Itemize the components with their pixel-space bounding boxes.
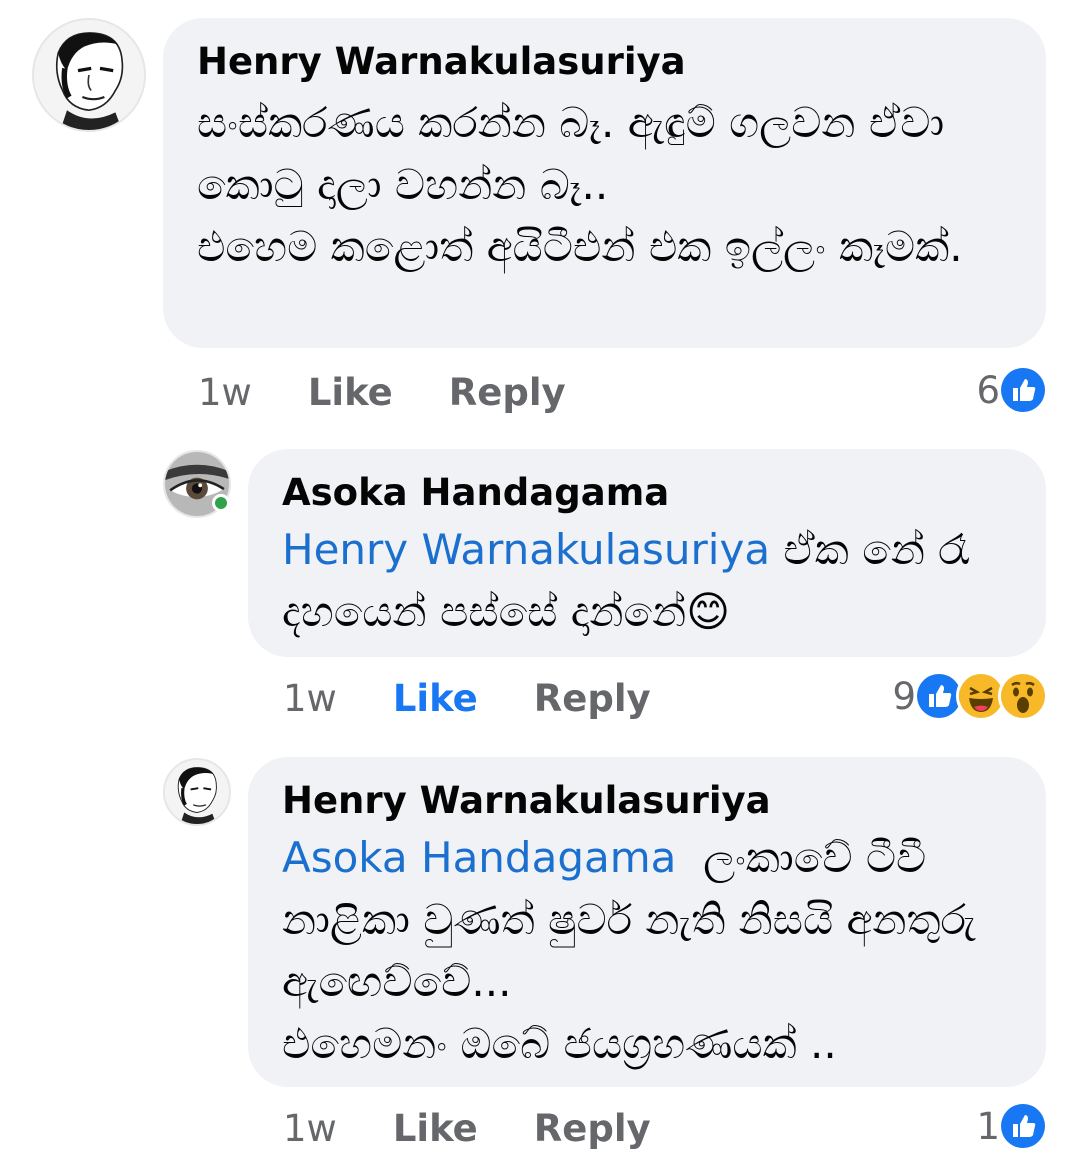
wow-reaction-icon [998,671,1048,721]
timestamp[interactable]: 1w [283,1107,337,1150]
like-reaction-icon [998,1101,1048,1151]
reaction-summary[interactable]: 6 [976,360,1048,420]
comment-actions: 1w Like Reply [198,362,566,422]
comment-bubble: Henry Warnakulasuriya සංස්කරණය කරන්න බෑ.… [163,18,1046,348]
like-button[interactable]: Like [393,1107,478,1150]
like-reaction-icon [998,365,1048,415]
reaction-summary[interactable]: 9 [892,666,1048,726]
comment-text: Henry Warnakulasuriya ඒක නේ රෑ දහයෙන් පස… [282,519,1012,643]
like-button[interactable]: Like [393,677,478,720]
mention-link[interactable]: Asoka Handagama [282,833,676,882]
timestamp[interactable]: 1w [198,371,252,414]
comment-text: Asoka Handagama ලංකාවේ ටීවී නාළිකා වුණත්… [282,827,1012,1075]
comment-bubble: Henry Warnakulasuriya Asoka Handagama ලං… [248,757,1046,1087]
comment-author[interactable]: Henry Warnakulasuriya [197,40,1012,84]
comment-actions: 1w Like Reply [283,668,651,728]
comment-author[interactable]: Asoka Handagama [282,471,1012,515]
reply-button[interactable]: Reply [449,371,566,414]
reaction-count: 1 [976,1104,1000,1148]
reaction-count: 9 [892,674,916,718]
comment-actions: 1w Like Reply [283,1098,651,1158]
profile-picture-icon [165,760,229,824]
reaction-count: 6 [976,368,1000,412]
like-button[interactable]: Like [308,371,393,414]
comment-text: සංස්කරණය කරන්න බෑ. ඇඳුම් ගලවන ඒවා කොටු ද… [197,98,963,271]
profile-picture-icon [34,20,144,130]
mention-link[interactable]: Henry Warnakulasuriya [282,525,770,574]
reaction-summary[interactable]: 1 [976,1096,1048,1156]
comment-bubble: Asoka Handagama Henry Warnakulasuriya ඒක… [248,449,1046,657]
comment-author[interactable]: Henry Warnakulasuriya [282,779,1012,823]
online-status-indicator [212,494,230,512]
reply-button[interactable]: Reply [534,1107,651,1150]
reply-button[interactable]: Reply [534,677,651,720]
timestamp[interactable]: 1w [283,677,337,720]
avatar[interactable] [32,18,146,132]
avatar[interactable] [163,758,231,826]
